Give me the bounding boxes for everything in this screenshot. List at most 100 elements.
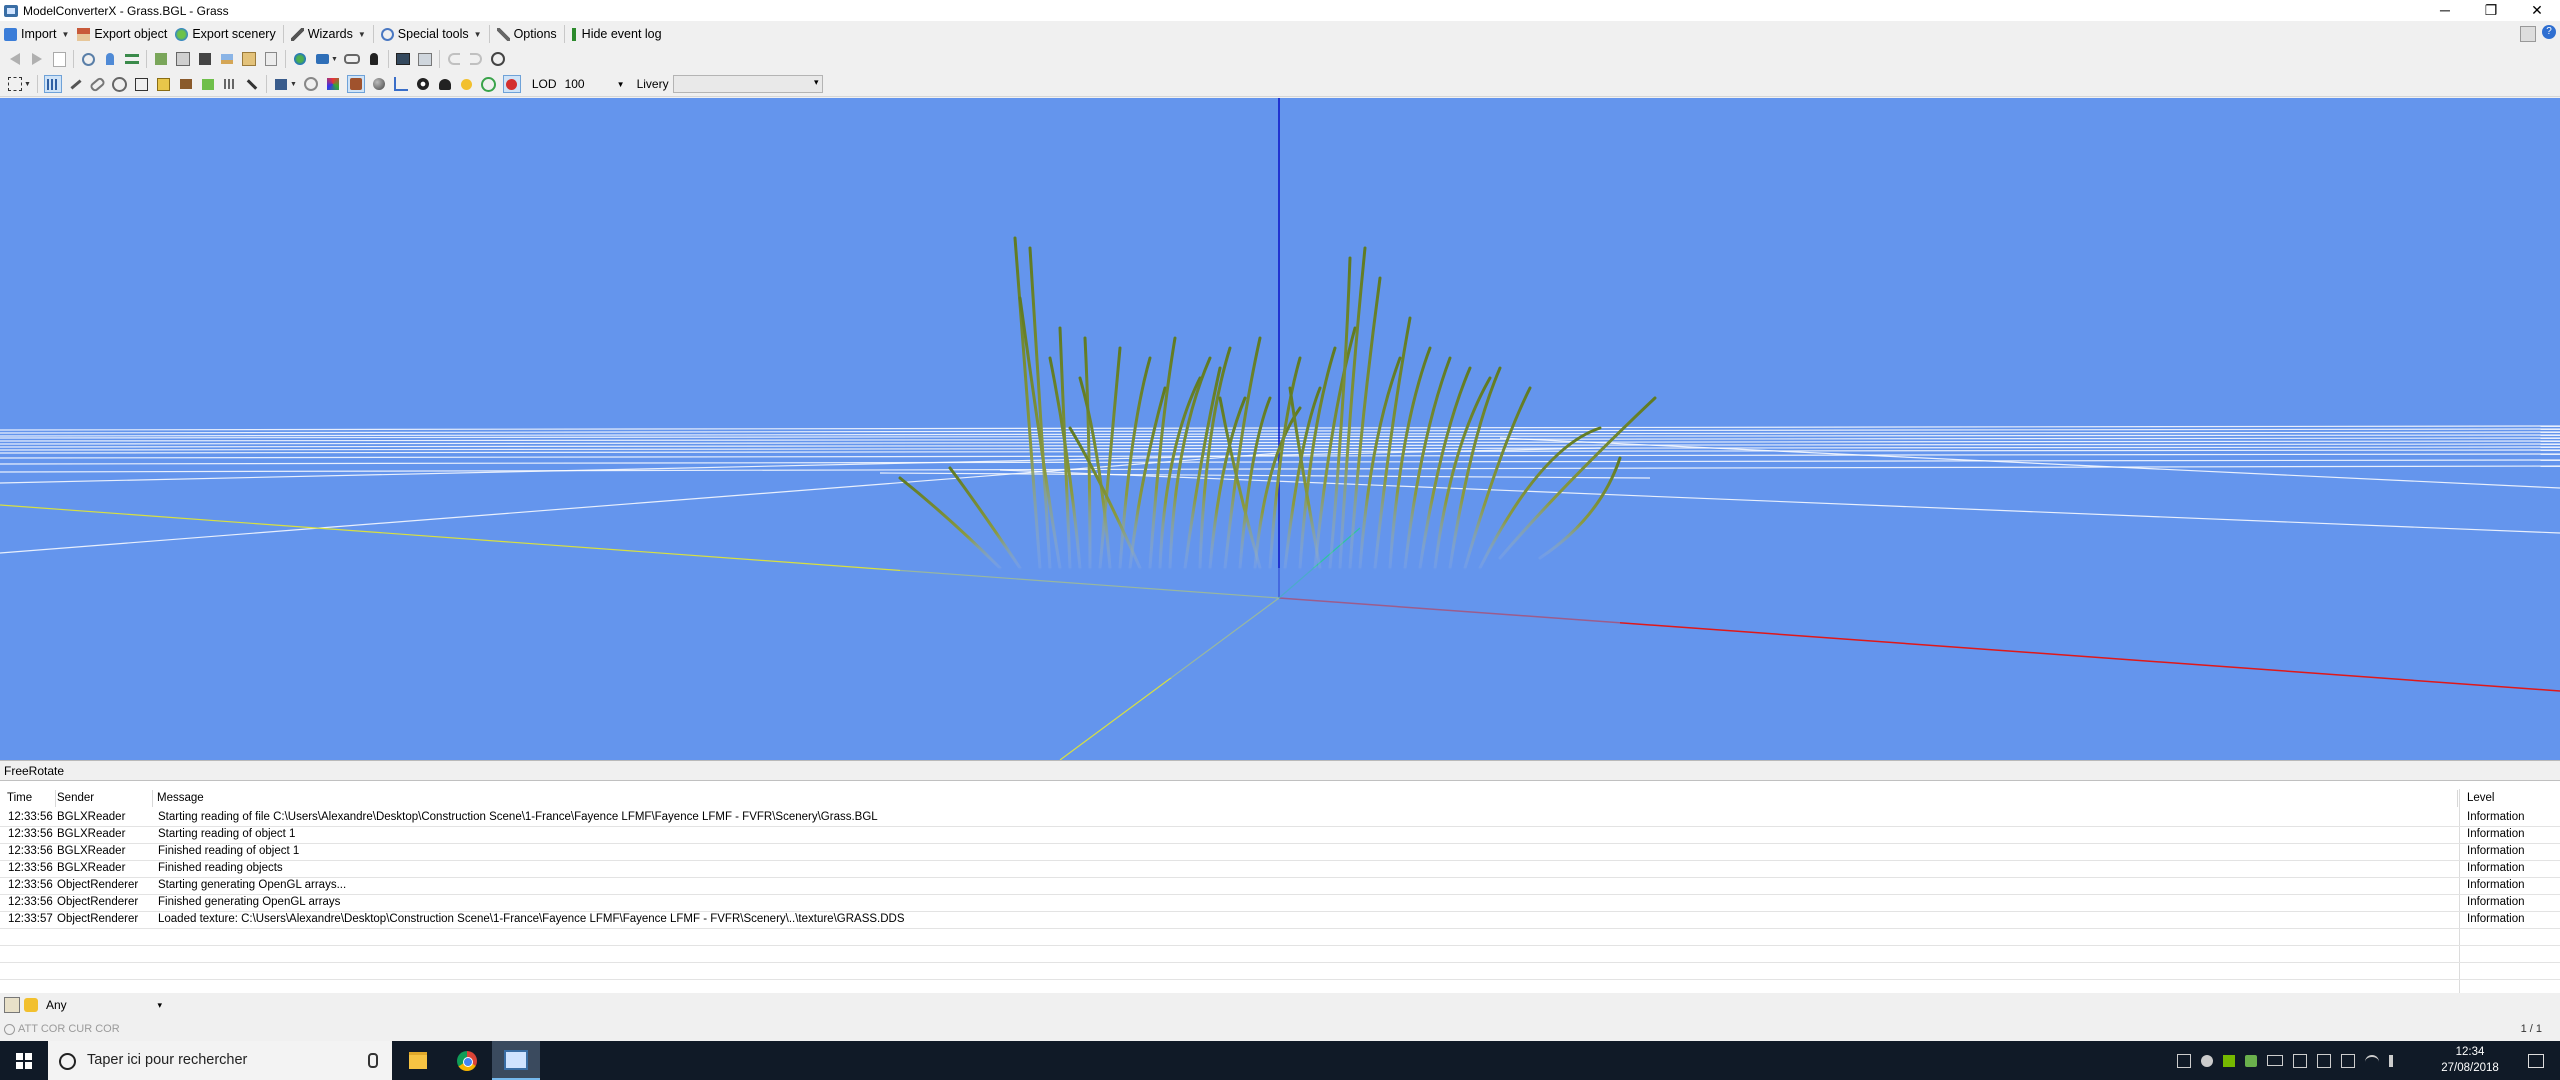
texture-icon[interactable] xyxy=(175,51,191,67)
table-row[interactable]: 12:33:56 BGLXReader Starting reading of … xyxy=(0,809,2560,827)
refresh-icon[interactable] xyxy=(490,51,506,67)
wizards-menu[interactable]: Wizards ▼ xyxy=(287,23,370,45)
select-mode-icon[interactable] xyxy=(7,76,23,92)
forward-arrow-icon[interactable] xyxy=(29,51,45,67)
printer-icon[interactable] xyxy=(2293,1053,2307,1068)
picture-icon[interactable] xyxy=(241,51,257,67)
pin-icon[interactable] xyxy=(102,51,118,67)
microphone-icon[interactable] xyxy=(368,1053,378,1068)
column-header-sender[interactable]: Sender xyxy=(54,790,153,807)
cube-icon[interactable] xyxy=(156,76,172,92)
back-arrow-icon[interactable] xyxy=(7,51,23,67)
minimize-button[interactable]: ─ xyxy=(2422,0,2468,21)
monitor-icon[interactable] xyxy=(2341,1053,2355,1068)
image-icon[interactable] xyxy=(219,51,235,67)
camera-icon[interactable] xyxy=(314,51,330,67)
column-header-time[interactable]: Time xyxy=(4,790,56,807)
material-icon[interactable] xyxy=(153,51,169,67)
start-button[interactable] xyxy=(0,1041,48,1080)
box-wire-icon[interactable] xyxy=(134,76,150,92)
table-row[interactable]: 12:33:56 ObjectRenderer Finished generat… xyxy=(0,894,2560,912)
toolbar-separator xyxy=(285,50,286,68)
hide-event-log-button[interactable]: Hide event log xyxy=(568,23,666,45)
chevron-down-icon[interactable]: ▼ xyxy=(331,56,338,63)
options-button[interactable]: Options xyxy=(493,23,561,45)
level-filter-select[interactable]: Any xyxy=(44,996,166,1014)
table-row[interactable]: 12:33:56 BGLXReader Starting reading of … xyxy=(0,826,2560,844)
plane-icon[interactable] xyxy=(244,76,260,92)
column-header-level[interactable]: Level xyxy=(2464,790,2560,807)
menu-bar: Import ▼ Export object Export scenery Wi… xyxy=(0,21,2560,47)
row-sender: BGLXReader xyxy=(57,862,126,874)
volume-icon[interactable] xyxy=(2389,1054,2405,1067)
helmet-icon[interactable] xyxy=(437,76,453,92)
dropbox-icon[interactable] xyxy=(2201,1054,2213,1067)
colors-icon[interactable] xyxy=(325,76,341,92)
export-object-button[interactable]: Export object xyxy=(73,23,171,45)
table-row[interactable]: 12:33:56 ObjectRenderer Starting generat… xyxy=(0,877,2560,895)
taskbar-file-explorer[interactable] xyxy=(394,1041,442,1080)
monitor-icon[interactable] xyxy=(395,51,411,67)
taskbar-modelconverterx[interactable] xyxy=(492,1041,540,1080)
keyboard-icon[interactable] xyxy=(2317,1053,2331,1068)
row-sender: ObjectRenderer xyxy=(57,913,139,925)
3d-viewport[interactable] xyxy=(0,98,2560,761)
table-row[interactable]: 12:33:56 BGLXReader Finished reading obj… xyxy=(0,860,2560,878)
panel-icon[interactable] xyxy=(417,51,433,67)
book-icon[interactable] xyxy=(178,76,194,92)
network-adapter-icon[interactable] xyxy=(2177,1053,2191,1068)
redo-icon[interactable] xyxy=(468,51,484,67)
nvidia-icon[interactable] xyxy=(2223,1054,2235,1067)
toolbar-navigation: ▼ xyxy=(0,47,2560,71)
wifi-icon[interactable] xyxy=(2365,1054,2379,1067)
taskbar-chrome[interactable] xyxy=(443,1041,491,1080)
filter-icon[interactable] xyxy=(24,998,38,1012)
export-object-label: Export object xyxy=(94,27,168,41)
grid-icon[interactable] xyxy=(43,75,62,93)
link-icon[interactable] xyxy=(343,51,360,67)
help-icon[interactable]: ? xyxy=(2542,25,2556,39)
sphere-icon[interactable] xyxy=(371,76,387,92)
axes-icon[interactable] xyxy=(393,76,409,92)
scissors-icon[interactable] xyxy=(112,76,128,92)
film-icon[interactable] xyxy=(197,51,213,67)
wand-star-icon[interactable] xyxy=(68,76,84,92)
special-tools-menu[interactable]: Special tools ▼ xyxy=(377,23,486,45)
sun-icon[interactable] xyxy=(459,76,475,92)
battery-icon[interactable] xyxy=(2267,1055,2283,1066)
film-reel-icon[interactable] xyxy=(273,76,289,92)
person-icon[interactable] xyxy=(366,51,382,67)
earth-icon[interactable] xyxy=(292,51,308,67)
table-row[interactable]: 12:33:56 BGLXReader Finished reading of … xyxy=(0,843,2560,861)
fence-icon[interactable] xyxy=(222,76,238,92)
chevron-down-icon[interactable]: ▼ xyxy=(290,81,297,88)
zoom-icon[interactable] xyxy=(80,51,96,67)
event-log-table[interactable]: Time Sender Message Level 12:33:56 BGLXR… xyxy=(0,780,2560,994)
import-menu[interactable]: Import ▼ xyxy=(0,23,73,45)
taskbar-clock[interactable]: 12:34 27/08/2018 xyxy=(2436,1044,2504,1076)
app-tray-icon[interactable] xyxy=(2245,1054,2257,1067)
taskbar-search-box[interactable]: Taper ici pour rechercher xyxy=(48,1041,392,1080)
page-icon[interactable] xyxy=(263,51,279,67)
terrain-icon[interactable] xyxy=(200,76,216,92)
layout-icon[interactable] xyxy=(2520,26,2536,42)
undo-icon[interactable] xyxy=(446,51,462,67)
chain-icon[interactable] xyxy=(89,75,107,93)
livery-select[interactable] xyxy=(672,75,823,93)
soccer-ball-icon[interactable] xyxy=(415,76,431,92)
apple-icon[interactable] xyxy=(502,75,521,93)
restore-button[interactable]: ❐ xyxy=(2468,0,2514,21)
chevron-down-icon[interactable]: ▼ xyxy=(24,81,31,88)
table-row[interactable]: 12:33:57 ObjectRenderer Loaded texture: … xyxy=(0,911,2560,929)
notification-center-button[interactable] xyxy=(2516,1041,2556,1080)
close-button[interactable]: ✕ xyxy=(2514,0,2560,21)
shading-icon[interactable] xyxy=(346,75,365,93)
edit-icon[interactable] xyxy=(4,997,20,1013)
lod-select[interactable]: 100 ▼ xyxy=(560,75,629,93)
recycle-icon[interactable] xyxy=(481,76,497,92)
export-scenery-button[interactable]: Export scenery xyxy=(171,23,279,45)
hierarchy-icon[interactable] xyxy=(124,51,140,67)
document-icon[interactable] xyxy=(51,51,67,67)
column-header-message[interactable]: Message xyxy=(154,790,2458,807)
cog-icon[interactable] xyxy=(303,76,319,92)
